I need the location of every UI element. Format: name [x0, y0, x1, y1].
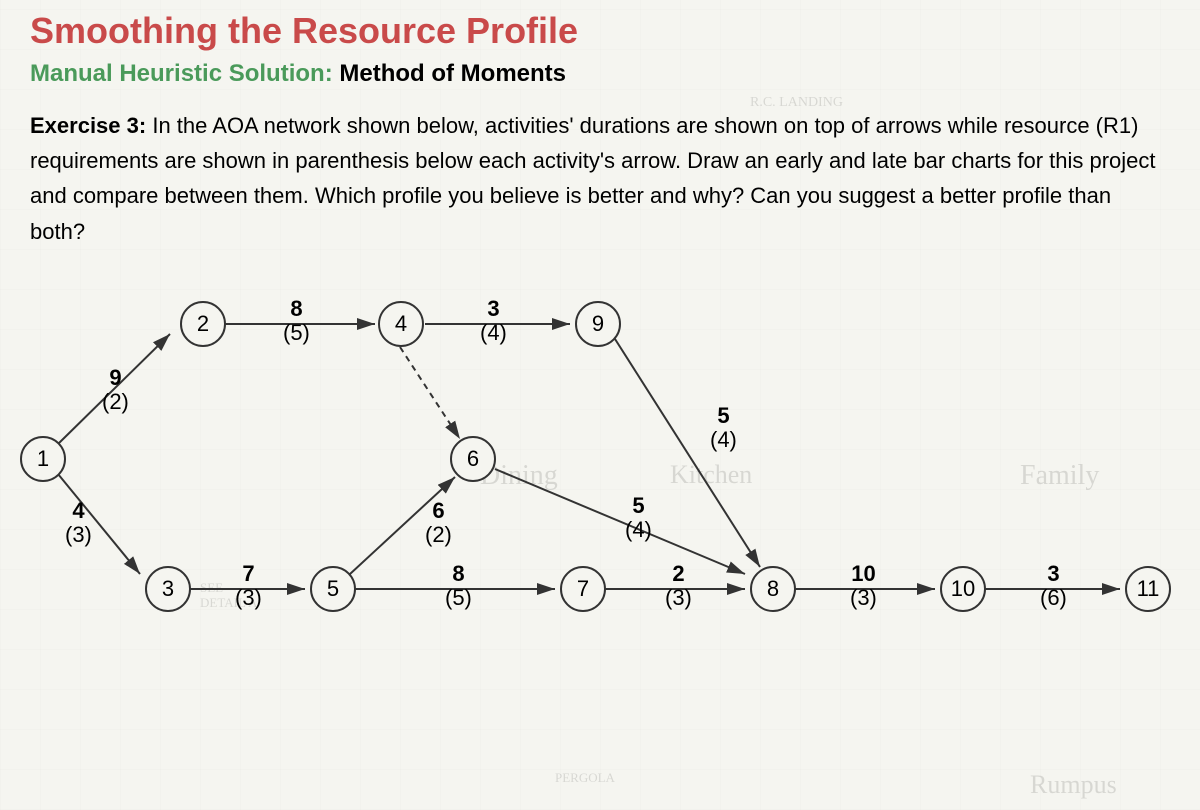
node-8: 8 — [750, 566, 796, 612]
node-9: 9 — [575, 301, 621, 347]
edge-1-3: 4(3) — [65, 499, 92, 547]
page-title: Smoothing the Resource Profile — [30, 10, 1170, 52]
edge-4-9: 3(4) — [480, 297, 507, 345]
node-6: 6 — [450, 436, 496, 482]
exercise-label: Exercise 3: — [30, 113, 146, 138]
aoa-network-diagram: 1 2 3 4 5 6 7 8 9 10 11 9(2) 4(3) 8(5) 3… — [30, 269, 1170, 669]
edge-7-8: 2(3) — [665, 562, 692, 610]
edge-6-8: 5(4) — [625, 494, 652, 542]
edge-2-4: 8(5) — [283, 297, 310, 345]
node-10: 10 — [940, 566, 986, 612]
edge-5-6: 6(2) — [425, 499, 452, 547]
edge-10-11: 3(6) — [1040, 562, 1067, 610]
edge-1-2: 9(2) — [102, 366, 129, 414]
node-7: 7 — [560, 566, 606, 612]
node-4: 4 — [378, 301, 424, 347]
exercise-body: In the AOA network shown below, activiti… — [30, 113, 1156, 244]
page-subtitle: Manual Heuristic Solution: Method of Mom… — [30, 60, 1170, 88]
node-2: 2 — [180, 301, 226, 347]
subtitle-black: Method of Moments — [339, 60, 566, 87]
edge-8-10: 10(3) — [850, 562, 877, 610]
node-11: 11 — [1125, 566, 1171, 612]
exercise-text: Exercise 3: In the AOA network shown bel… — [30, 108, 1170, 249]
subtitle-green: Manual Heuristic Solution: — [30, 60, 333, 87]
node-5: 5 — [310, 566, 356, 612]
node-1: 1 — [20, 436, 66, 482]
edge-3-5: 7(3) — [235, 562, 262, 610]
node-3: 3 — [145, 566, 191, 612]
edge-9-8: 5(4) — [710, 404, 737, 452]
edge-5-7: 8(5) — [445, 562, 472, 610]
